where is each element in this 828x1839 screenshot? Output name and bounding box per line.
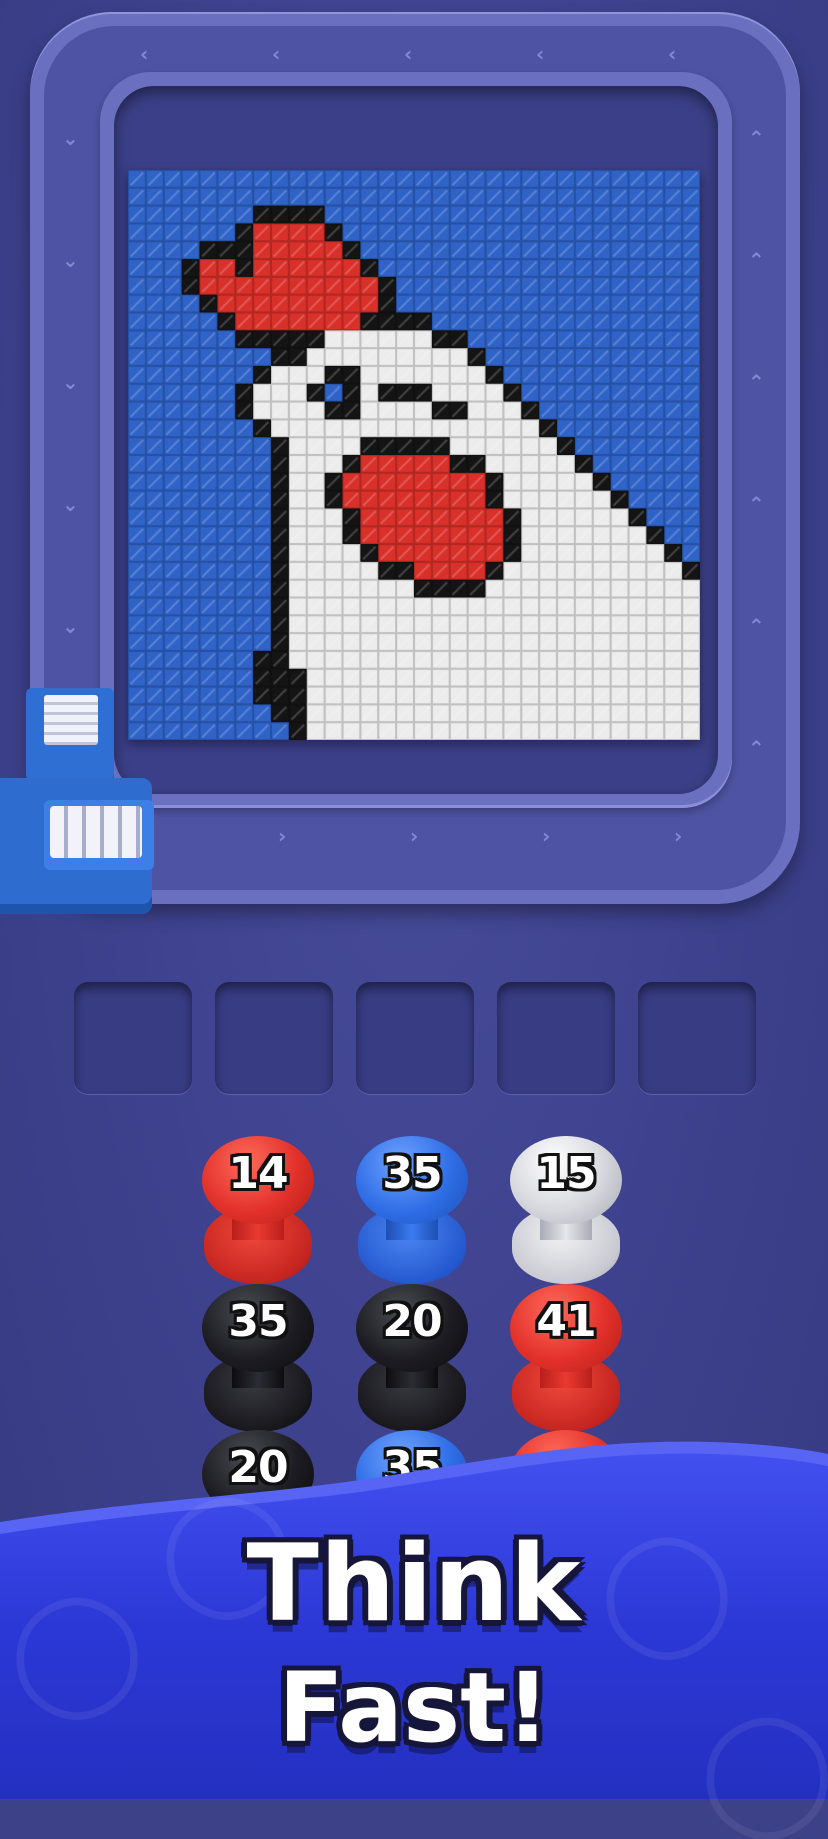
holding-slot-4[interactable] — [497, 982, 615, 1094]
spool-count: 41 — [536, 1296, 596, 1347]
spool-count: 35 — [382, 1148, 442, 1199]
spool-count: 14 — [228, 1148, 288, 1199]
track-arrow-up-icon: ⌃ — [748, 492, 765, 516]
spool-black[interactable]: 20 — [356, 1284, 468, 1434]
track-arrow-left-icon: ‹ — [140, 42, 149, 66]
thread-feeder-grill — [44, 695, 98, 745]
track-arrow-down-icon: ⌄ — [62, 248, 79, 272]
holding-slot-1[interactable] — [74, 982, 192, 1094]
spool-black[interactable]: 35 — [202, 1284, 314, 1434]
spool-count: 20 — [382, 1296, 442, 1347]
holding-slot-2[interactable] — [215, 982, 333, 1094]
headline-line-2: Fast! — [278, 1652, 550, 1764]
track-arrow-right-icon: › — [410, 824, 419, 848]
spool-white[interactable]: 15 — [510, 1136, 622, 1286]
track-arrow-left-icon: ‹ — [404, 42, 413, 66]
holding-slot-5[interactable] — [638, 982, 756, 1094]
track-arrow-down-icon: ⌄ — [62, 370, 79, 394]
spool-red[interactable]: 41 — [510, 1284, 622, 1434]
track-arrow-right-icon: › — [674, 824, 683, 848]
spool-count: 15 — [536, 1148, 596, 1199]
spool-count: 35 — [228, 1296, 288, 1347]
track-arrow-down-icon: ⌄ — [62, 126, 79, 150]
track-arrow-down-icon: ⌄ — [62, 614, 79, 638]
track-arrow-up-icon: ⌃ — [748, 614, 765, 638]
track-arrow-left-icon: ‹ — [272, 42, 281, 66]
track-arrow-left-icon: ‹ — [536, 42, 545, 66]
track-arrow-right-icon: › — [542, 824, 551, 848]
stitch-texture — [128, 170, 700, 740]
track-arrow-up-icon: ⌃ — [748, 370, 765, 394]
track-arrow-right-icon: › — [278, 824, 287, 848]
spool-blue[interactable]: 35 — [356, 1136, 468, 1286]
track-arrow-down-icon: ⌄ — [62, 492, 79, 516]
headline-line-1: Think — [246, 1522, 582, 1645]
track-arrow-up-icon: ⌃ — [748, 736, 765, 760]
track-arrow-up-icon: ⌃ — [748, 248, 765, 272]
holding-slot-3[interactable] — [356, 982, 474, 1094]
pixel-art-canvas — [128, 170, 700, 740]
spool-red[interactable]: 14 — [202, 1136, 314, 1286]
thread-feeder-rollers — [50, 806, 142, 858]
track-arrow-left-icon: ‹ — [668, 42, 677, 66]
track-arrow-up-icon: ⌃ — [748, 126, 765, 150]
